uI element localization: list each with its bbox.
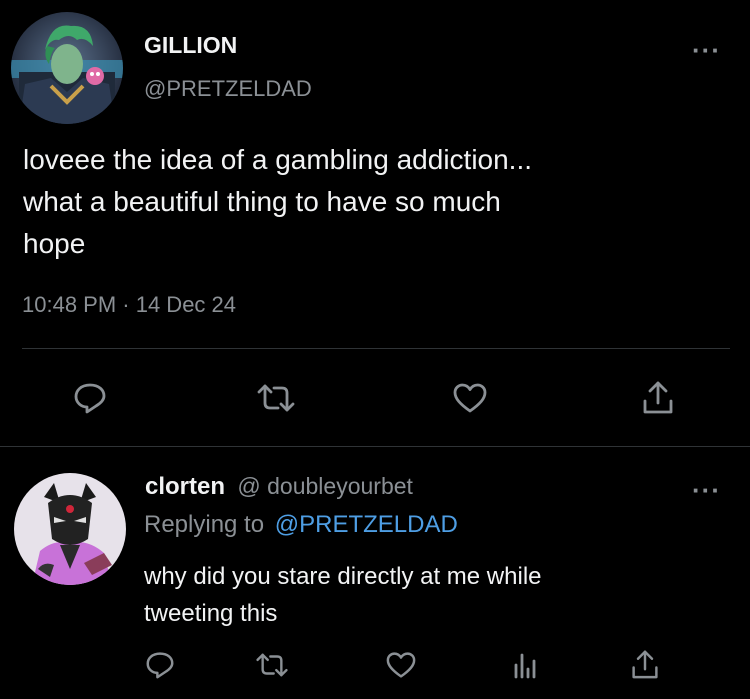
analytics-button[interactable] (507, 645, 543, 683)
like-button[interactable] (448, 378, 492, 418)
retweet-button[interactable] (251, 647, 293, 683)
reply-button[interactable] (68, 378, 112, 418)
like-icon (452, 382, 488, 414)
share-button[interactable] (625, 645, 665, 683)
reply-tweet: clorten @ doubleyourbet ··· Replying to … (0, 447, 750, 699)
retweet-icon (256, 383, 296, 413)
replying-to: Replying to @PRETZELDAD (144, 511, 458, 539)
avatar[interactable] (11, 12, 123, 124)
retweet-icon (255, 652, 289, 678)
analytics-icon (512, 649, 538, 679)
author-name[interactable]: GILLION (144, 32, 237, 59)
share-icon (642, 379, 674, 415)
reply-icon (145, 651, 175, 679)
timestamp[interactable]: 10:48 PM · 14 Dec 24 (22, 292, 236, 318)
main-tweet: GILLION @PRETZELDAD ··· loveee the idea … (0, 0, 750, 446)
replying-to-label: Replying to (144, 511, 265, 538)
author-handle[interactable]: @ doubleyourbet (237, 473, 413, 499)
like-icon (385, 651, 417, 679)
replying-to-link[interactable]: @PRETZELDAD (275, 511, 458, 538)
reply-header: clorten @ doubleyourbet (145, 473, 413, 501)
like-button[interactable] (381, 647, 421, 683)
tweet-text: why did you stare directly at me while t… (144, 558, 542, 632)
author-handle[interactable]: @PRETZELDAD (144, 76, 312, 102)
share-button[interactable] (636, 376, 680, 418)
more-options-icon[interactable]: ··· (692, 477, 721, 503)
share-icon (631, 648, 659, 680)
tweet-text-line: tweeting this (144, 600, 278, 627)
tweet-text-line: hope (23, 228, 86, 259)
retweet-button[interactable] (251, 378, 301, 418)
avatar[interactable] (14, 473, 126, 585)
author-name[interactable]: clorten (145, 473, 225, 500)
tweet-text: loveee the idea of a gambling addiction.… (23, 139, 532, 265)
more-options-icon[interactable]: ··· (692, 37, 721, 63)
tweet-text-line: loveee the idea of a gambling addiction.… (23, 144, 533, 175)
reply-button[interactable] (140, 647, 180, 683)
tweet-text-line: why did you stare directly at me while (144, 563, 542, 590)
reply-icon (73, 382, 107, 414)
divider (22, 348, 730, 349)
tweet-text-line: what a beautiful thing to have so much (23, 186, 501, 217)
